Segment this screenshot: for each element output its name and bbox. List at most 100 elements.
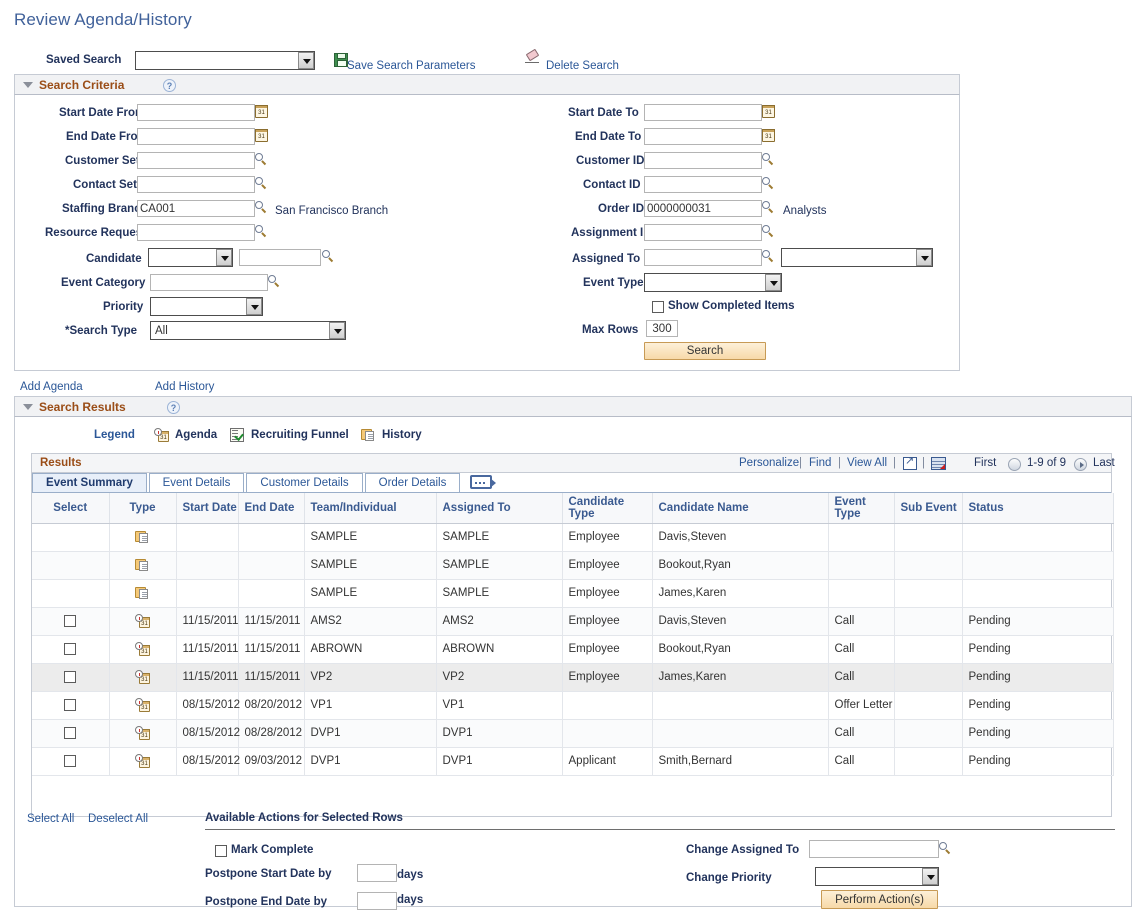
tab-event-summary[interactable]: Event Summary — [32, 473, 147, 492]
table-row[interactable]: 08/15/201209/03/2012DVP1DVP1ApplicantSmi… — [32, 747, 1114, 776]
assigned-to-select[interactable] — [781, 248, 933, 267]
row-select-cell[interactable] — [32, 663, 110, 692]
calendar-icon[interactable] — [255, 129, 268, 142]
add-history-link[interactable]: Add History — [155, 381, 214, 393]
col-start-date[interactable]: Start Date — [176, 493, 239, 524]
row-select-cell[interactable] — [32, 747, 110, 776]
col-sub-event[interactable]: Sub Event — [894, 493, 963, 524]
search-type-select[interactable]: All — [150, 321, 346, 340]
start-date-to-input[interactable] — [644, 104, 762, 121]
table-row[interactable]: SAMPLE SAMPLE Employee Davis,Steven — [32, 523, 1114, 552]
col-team-individual[interactable]: Team/Individual — [304, 493, 437, 524]
legend-label[interactable]: Legend — [94, 429, 135, 441]
calendar-icon[interactable] — [762, 105, 775, 118]
search-icon[interactable] — [762, 201, 775, 214]
agenda-calendar-icon[interactable] — [135, 698, 150, 712]
col-end-date[interactable]: End Date — [238, 493, 305, 524]
tab-customer-details[interactable]: Customer Details — [246, 473, 363, 492]
table-row[interactable]: 11/15/201111/15/2011ABROWNABROWNEmployee… — [32, 635, 1114, 664]
row-select-cell[interactable] — [32, 635, 110, 664]
event-category-input[interactable] — [150, 274, 268, 291]
customer-setid-input[interactable] — [137, 152, 255, 169]
add-agenda-link[interactable]: Add Agenda — [20, 381, 83, 393]
row-type-cell[interactable] — [109, 523, 177, 552]
table-row[interactable]: 08/15/201208/28/2012DVP1DVP1CallPending — [32, 719, 1114, 748]
row-select-cell[interactable] — [32, 719, 110, 748]
agenda-calendar-icon[interactable] — [135, 726, 150, 740]
row-select-checkbox[interactable] — [64, 642, 77, 655]
start-date-from-input[interactable] — [137, 104, 255, 121]
postpone-end-input[interactable] — [357, 892, 397, 910]
assignment-id-input[interactable] — [644, 224, 762, 241]
history-document-icon[interactable] — [135, 558, 150, 572]
delete-search-link[interactable]: Delete Search — [546, 60, 619, 72]
floppy-disk-icon[interactable] — [334, 53, 348, 67]
help-icon[interactable]: ? — [163, 79, 176, 92]
order-id-input[interactable] — [644, 200, 762, 217]
search-icon[interactable] — [939, 842, 952, 855]
resource-request-input[interactable] — [137, 224, 255, 241]
col-type[interactable]: Type — [109, 493, 177, 524]
download-grid-icon[interactable] — [931, 457, 946, 470]
event-type-select[interactable] — [644, 273, 782, 292]
row-select-checkbox[interactable] — [64, 698, 77, 711]
col-candidate-type[interactable]: Candidate Type — [562, 493, 653, 524]
search-icon[interactable] — [762, 225, 775, 238]
row-select-checkbox[interactable] — [64, 670, 77, 683]
customer-id-input[interactable] — [644, 152, 762, 169]
candidate-type-select[interactable] — [148, 248, 233, 267]
calendar-icon[interactable] — [255, 105, 268, 118]
deselect-all-link[interactable]: Deselect All — [88, 813, 148, 825]
search-icon[interactable] — [255, 177, 268, 190]
eraser-icon[interactable] — [525, 48, 541, 65]
col-select[interactable]: Select — [32, 493, 110, 524]
change-priority-select[interactable] — [815, 867, 939, 886]
select-all-link[interactable]: Select All — [27, 813, 74, 825]
new-window-icon[interactable] — [903, 455, 917, 470]
staffing-branch-input[interactable] — [137, 200, 255, 217]
collapse-triangle-icon[interactable] — [23, 82, 33, 88]
next-arrow-icon[interactable] — [1074, 458, 1087, 471]
search-results-header[interactable]: Search Results ? — [14, 396, 1132, 417]
tab-order-details[interactable]: Order Details — [365, 473, 460, 492]
contact-id-input[interactable] — [644, 176, 762, 193]
assigned-to-input[interactable] — [644, 249, 762, 266]
row-select-cell[interactable] — [32, 607, 110, 636]
personalize-link[interactable]: Personalize — [739, 457, 799, 469]
priority-select[interactable] — [150, 297, 263, 316]
agenda-calendar-icon[interactable] — [135, 754, 150, 768]
row-type-cell[interactable] — [109, 747, 177, 776]
tab-event-details[interactable]: Event Details — [149, 473, 244, 492]
row-type-cell[interactable] — [109, 663, 177, 692]
prev-arrow-icon[interactable] — [1008, 458, 1021, 471]
table-row[interactable]: SAMPLE SAMPLE Employee James,Karen — [32, 579, 1114, 608]
table-row[interactable]: 08/15/201208/20/2012VP1VP1Offer LetterPe… — [32, 691, 1114, 720]
postpone-start-input[interactable] — [357, 864, 397, 882]
search-icon[interactable] — [762, 177, 775, 190]
find-link[interactable]: Find — [809, 457, 831, 469]
row-type-cell[interactable] — [109, 719, 177, 748]
saved-search-select[interactable] — [135, 51, 315, 70]
agenda-calendar-icon[interactable] — [135, 614, 150, 628]
row-type-cell[interactable] — [109, 635, 177, 664]
row-type-cell[interactable] — [109, 551, 177, 580]
help-icon[interactable]: ? — [167, 401, 180, 414]
end-date-from-input[interactable] — [137, 128, 255, 145]
col-event-type[interactable]: Event Type — [828, 493, 895, 524]
end-date-to-input[interactable] — [644, 128, 762, 145]
show-completed-items-checkbox[interactable] — [652, 301, 664, 313]
row-select-checkbox[interactable] — [64, 726, 77, 739]
search-icon[interactable] — [268, 275, 281, 288]
search-criteria-header[interactable]: Search Criteria ? — [14, 74, 960, 95]
col-candidate-name[interactable]: Candidate Name — [652, 493, 829, 524]
row-select-cell[interactable] — [32, 691, 110, 720]
search-icon[interactable] — [255, 153, 268, 166]
contact-setid-input[interactable] — [137, 176, 255, 193]
agenda-calendar-icon[interactable] — [135, 642, 150, 656]
search-icon[interactable] — [255, 201, 268, 214]
search-icon[interactable] — [762, 250, 775, 263]
search-button[interactable]: Search — [644, 342, 766, 360]
col-status[interactable]: Status — [962, 493, 1114, 524]
search-icon[interactable] — [255, 225, 268, 238]
save-search-parameters-link[interactable]: Save Search Parameters — [347, 60, 475, 72]
